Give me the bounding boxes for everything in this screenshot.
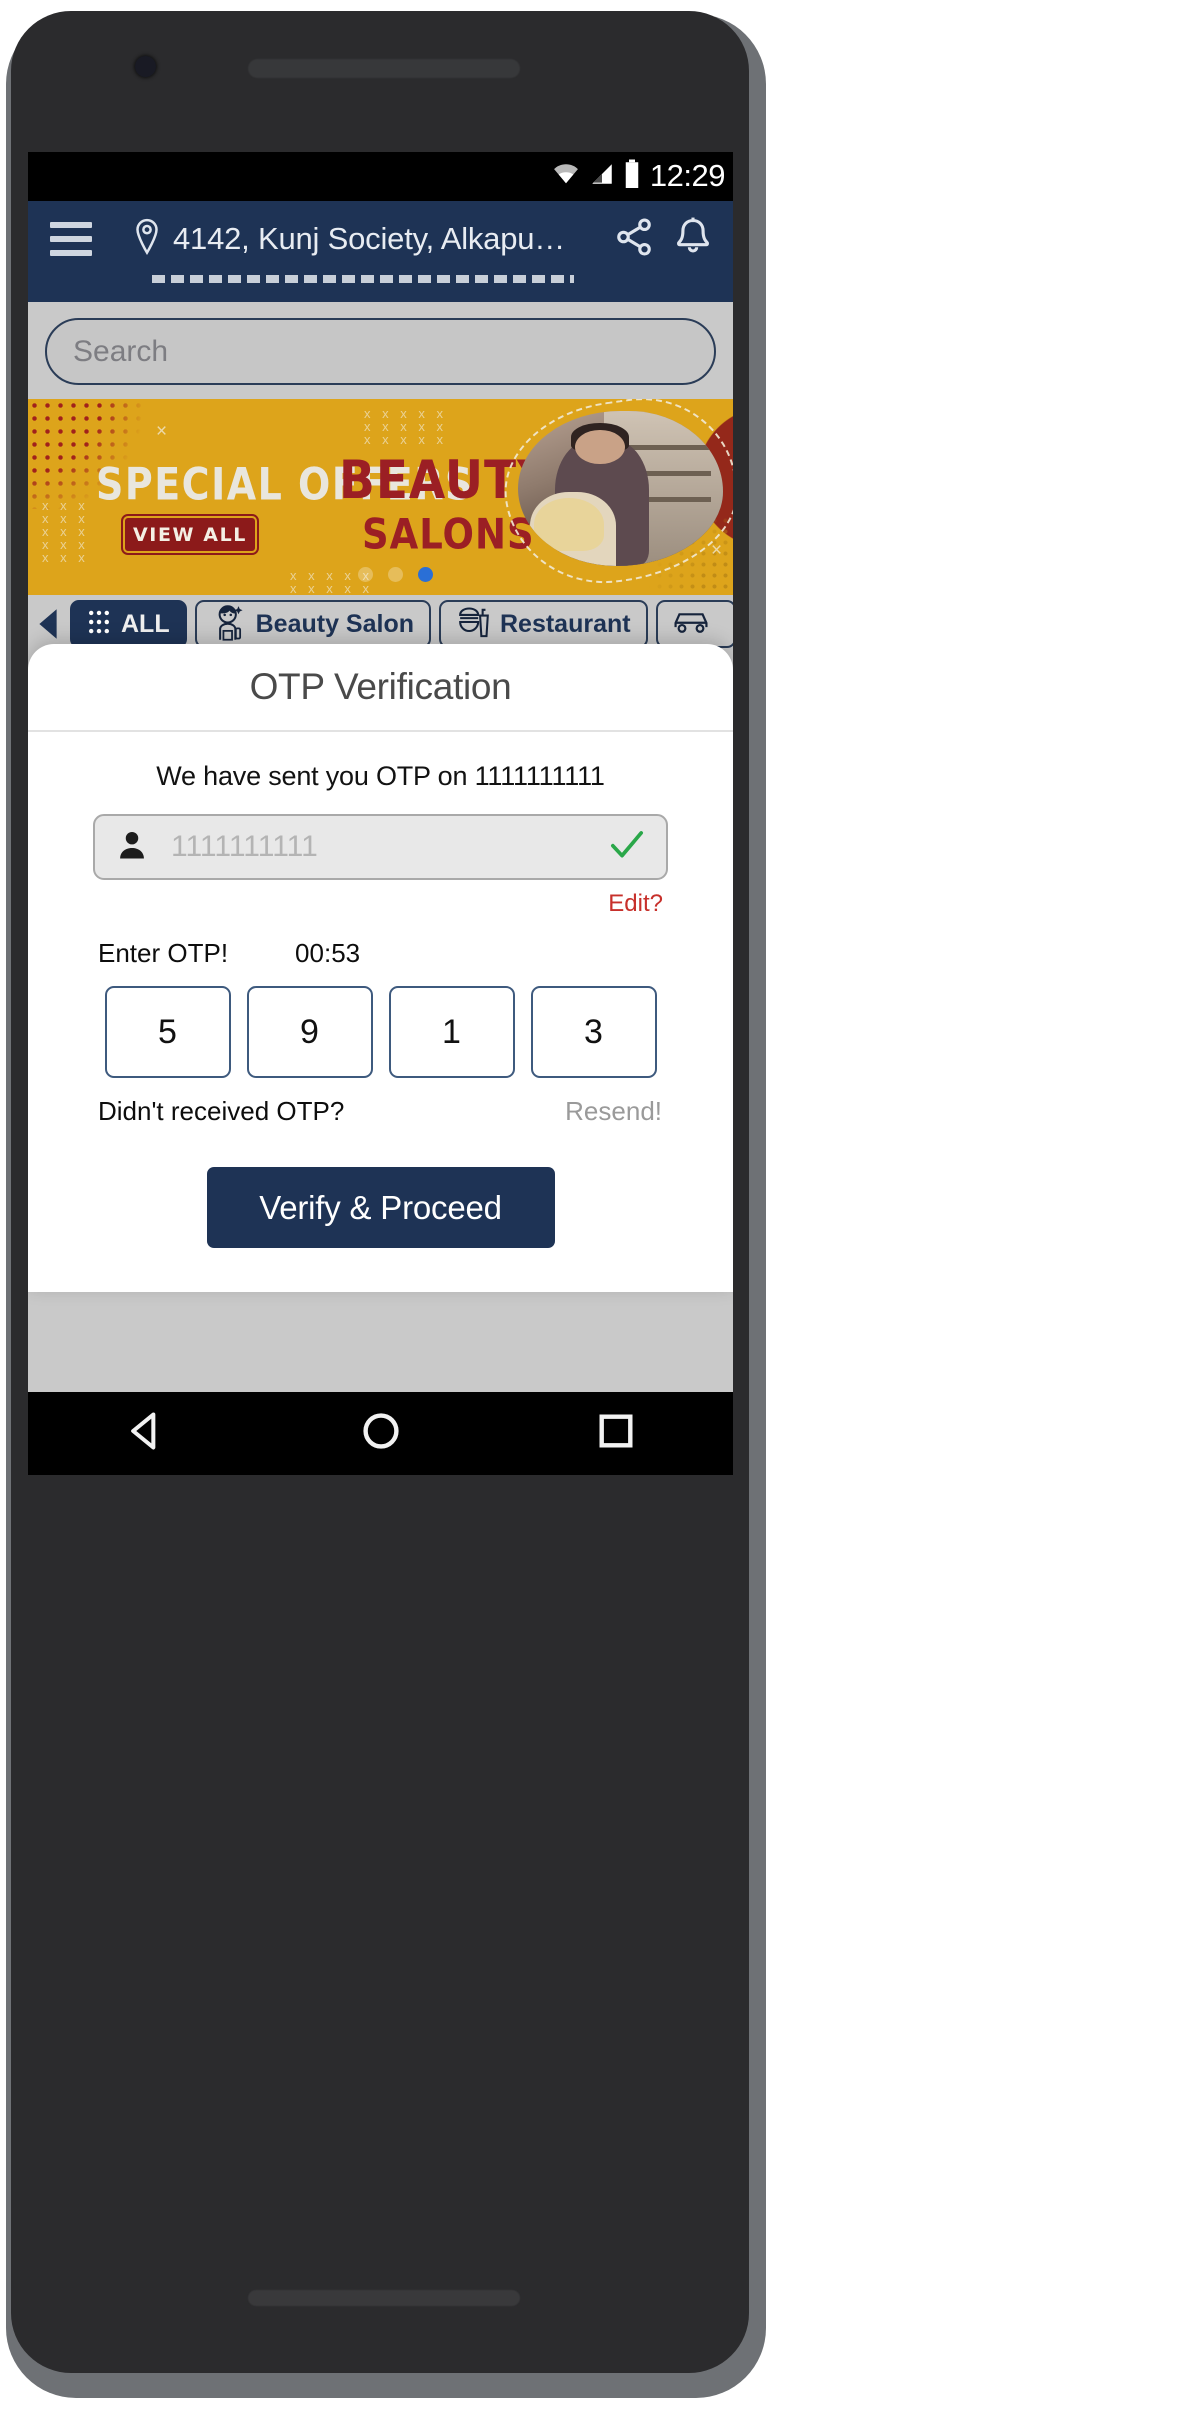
- edit-phone-link[interactable]: Edit?: [28, 890, 733, 918]
- otp-verification-modal: OTP Verification We have sent you OTP on…: [28, 644, 733, 1292]
- status-time: 12:29: [649, 158, 726, 193]
- modal-title: OTP Verification: [249, 666, 512, 707]
- location-pin-icon: [132, 218, 162, 261]
- category-label-all: ALL: [121, 609, 170, 638]
- didnt-receive-otp-label: Didn't received OTP?: [98, 1096, 345, 1126]
- app-header: 4142, Kunj Society, Alkapu…: [28, 201, 733, 302]
- banner-view-all-label: VIEW ALL: [132, 523, 248, 546]
- share-icon[interactable]: [613, 216, 655, 263]
- battery-icon: [623, 159, 641, 194]
- address-underline: [152, 275, 574, 283]
- banner-x-pattern-top: x x x x x x x x x x x x x x x: [364, 406, 447, 447]
- search-input[interactable]: Search: [45, 318, 716, 385]
- phone-screen: 12:29 4142, Kunj Society, Alkapu… Search…: [28, 152, 733, 1392]
- otp-digit-box[interactable]: 9: [246, 986, 373, 1078]
- otp-sent-message: We have sent you OTP on 1111111111: [156, 761, 605, 791]
- otp-header-row: Enter OTP! 00:53: [98, 938, 733, 969]
- bell-icon[interactable]: [671, 215, 715, 264]
- otp-digit-box[interactable]: 3: [530, 986, 657, 1078]
- recents-square-icon[interactable]: [594, 1409, 638, 1458]
- phone-number-value: 1111111111: [171, 830, 318, 863]
- food-drink-icon: [456, 604, 490, 645]
- category-chip-restaurant[interactable]: Restaurant: [438, 600, 648, 648]
- category-chip-car[interactable]: [655, 600, 733, 648]
- person-icon: [115, 828, 149, 867]
- verify-button-label: Verify & Proceed: [259, 1188, 502, 1226]
- category-label-beauty-salon: Beauty Salon: [255, 609, 414, 638]
- search-section: Search: [28, 302, 733, 399]
- bottom-grille: [248, 2290, 520, 2306]
- otp-digit-box[interactable]: 5: [104, 986, 231, 1078]
- chevron-left-icon[interactable]: [34, 605, 62, 643]
- car-icon: [673, 607, 709, 642]
- back-triangle-icon[interactable]: [124, 1409, 168, 1458]
- category-chip-beauty-salon[interactable]: Beauty Salon: [194, 600, 431, 648]
- banner-dot-1[interactable]: [358, 567, 373, 582]
- banner-view-all-button[interactable]: VIEW ALL: [121, 514, 259, 555]
- banner-x-mark-1: ×: [156, 421, 168, 442]
- banner-dot-2[interactable]: [388, 567, 403, 582]
- phone-number-field[interactable]: 1111111111: [93, 814, 668, 880]
- banner-salon-photo: [518, 411, 723, 566]
- search-placeholder: Search: [73, 334, 169, 368]
- wifi-icon: [551, 161, 581, 192]
- otp-input-group: 5 9 1 3: [28, 986, 733, 1078]
- earpiece-speaker: [248, 59, 520, 78]
- status-bar: 12:29: [28, 152, 733, 201]
- otp-digit-box[interactable]: 1: [388, 986, 515, 1078]
- grid-dots-icon: [87, 609, 111, 640]
- verify-and-proceed-button[interactable]: Verify & Proceed: [206, 1167, 555, 1248]
- banner-page-dots[interactable]: [358, 567, 433, 582]
- phone-device: 12:29 4142, Kunj Society, Alkapu… Search…: [0, 0, 1187, 2410]
- category-label-restaurant: Restaurant: [499, 609, 631, 638]
- home-circle-icon[interactable]: [359, 1409, 403, 1458]
- otp-countdown-timer: 00:53: [295, 938, 361, 968]
- banner-dot-3[interactable]: [418, 567, 433, 582]
- android-navigation-bar: [28, 1392, 733, 1475]
- promo-banner[interactable]: x x x x x x x x x x x x x x x x x x x x …: [28, 399, 733, 595]
- current-address[interactable]: 4142, Kunj Society, Alkapu…: [173, 221, 597, 257]
- banner-x-pattern-left: x x x x x x x x x x x x x x x: [42, 498, 89, 565]
- resend-row: Didn't received OTP? Resend!: [98, 1096, 662, 1127]
- enter-otp-label: Enter OTP!: [98, 938, 229, 968]
- signal-icon: [588, 161, 616, 192]
- front-camera-icon: [135, 56, 156, 77]
- beautician-icon: [212, 603, 246, 646]
- hamburger-menu-icon[interactable]: [50, 222, 92, 256]
- category-chip-all[interactable]: ALL: [70, 600, 187, 648]
- resend-otp-link[interactable]: Resend!: [565, 1096, 662, 1127]
- check-icon: [608, 828, 646, 867]
